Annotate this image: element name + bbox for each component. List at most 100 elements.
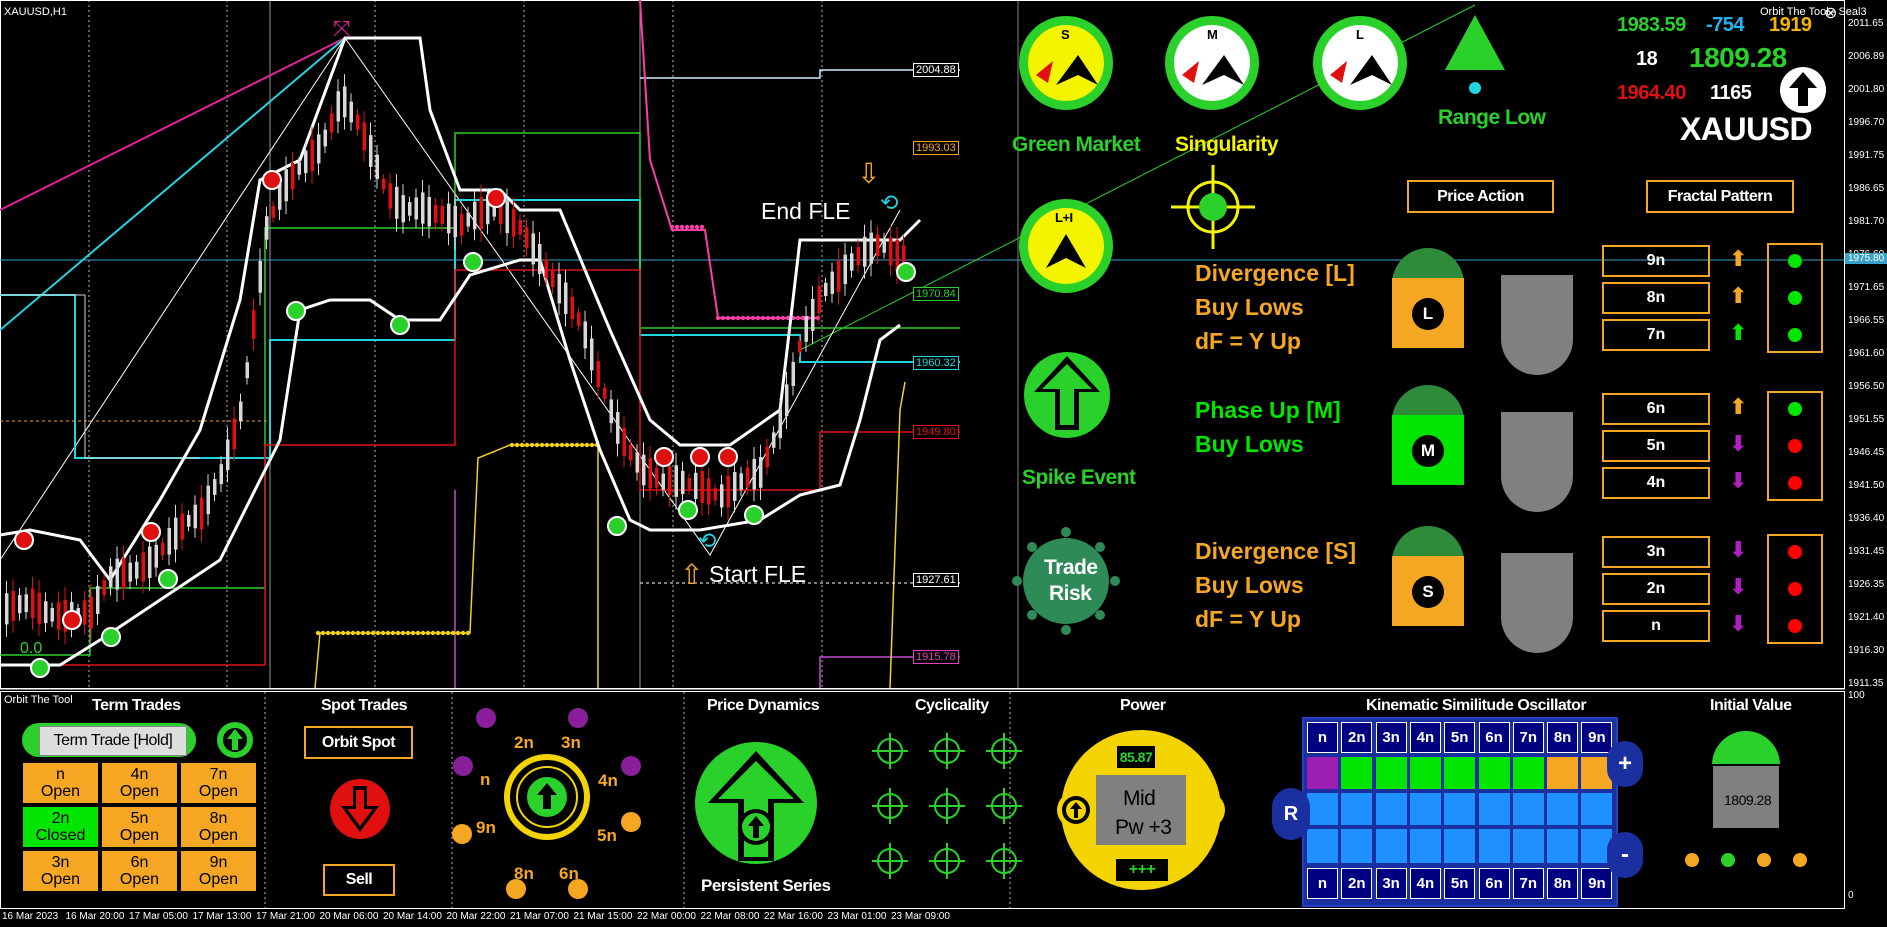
cycle-label-4n[interactable]: 4n — [1602, 467, 1710, 499]
yellow-dot — [335, 630, 341, 636]
cycle-up-arrow-icon: ⬆ — [1729, 247, 1748, 272]
kinematic-cell — [1512, 829, 1544, 863]
level-paleblue — [640, 69, 960, 79]
cyclicality-crosshair-icon — [929, 843, 965, 879]
fractal-low-marker[interactable] — [744, 505, 764, 525]
term-trade-hold-button[interactable]: Term Trade [Hold] — [39, 726, 187, 756]
cycle-label-5n[interactable]: 5n — [1602, 430, 1710, 462]
term-trade-cell-4n[interactable]: 4n Open — [101, 762, 178, 804]
trade-risk-label-2: Risk — [1049, 582, 1092, 605]
kinematic-r-button[interactable]: R — [1272, 788, 1310, 840]
yellow-dot — [465, 630, 471, 636]
cycle-label-6n[interactable]: 6n — [1602, 393, 1710, 425]
cycle-label-n[interactable]: n — [1602, 610, 1710, 642]
term-trade-cell-3n[interactable]: 3n Open — [22, 850, 99, 892]
fractal-low-marker[interactable] — [607, 516, 627, 536]
cell-state: Open — [119, 871, 160, 888]
term-trade-cell-8n[interactable]: 8n Open — [180, 806, 257, 848]
fractal-low-marker[interactable] — [101, 627, 121, 647]
term-trade-cell-n[interactable]: n Open — [22, 762, 99, 804]
fractal-high-marker[interactable] — [141, 522, 161, 542]
candle-body — [518, 219, 522, 235]
price-axis-tick: 1956.50 — [1848, 381, 1885, 392]
cycle-label-2n[interactable]: 2n — [1602, 573, 1710, 605]
cycle-label-7n[interactable]: 7n — [1602, 319, 1710, 351]
fractal-low-marker[interactable] — [463, 252, 483, 272]
signal-line: Buy Lows — [1195, 294, 1304, 320]
price-axis-tick: 2011.65 — [1848, 18, 1884, 29]
fractal-low-marker[interactable] — [678, 500, 698, 520]
candle-body — [115, 558, 119, 590]
candle-body — [226, 439, 230, 471]
price-axis-tick: 1916.30 — [1848, 645, 1885, 656]
pink-dot — [725, 315, 731, 321]
term-trade-cell-5n[interactable]: 5n Open — [101, 806, 178, 848]
kinematic-cell — [1375, 829, 1407, 863]
fractal-low-marker[interactable] — [896, 262, 916, 282]
candle-body — [128, 562, 132, 582]
kinematic-plus-button[interactable]: + — [1607, 741, 1643, 787]
spike-event-label: Spike Event — [1022, 466, 1136, 489]
candle-body — [505, 201, 509, 234]
yellow-dot — [584, 442, 590, 448]
yellow-dot — [549, 442, 555, 448]
candle-body — [44, 601, 48, 624]
fractal-high-marker[interactable] — [690, 447, 710, 467]
cycle-label-3n[interactable]: 3n — [1602, 536, 1710, 568]
fractal-high-marker[interactable] — [262, 170, 282, 190]
orbit-label-3n: 3n — [561, 733, 581, 752]
candle-body — [96, 585, 100, 615]
yellow-dot — [350, 630, 356, 636]
pink-dot — [715, 315, 721, 321]
term-trade-cell-2n[interactable]: 2n Closed — [22, 806, 99, 848]
cycle-down-arrow-icon: ⬇ — [1729, 469, 1748, 494]
cycle-label-8n[interactable]: 8n — [1602, 282, 1710, 314]
cell-cycle: 4n — [130, 766, 149, 783]
end-fle-arrow: ⇩ — [857, 157, 880, 190]
kinematic-cell — [1547, 793, 1579, 825]
time-axis-tick: 22 Mar 16:00 — [764, 911, 823, 922]
fractal-high-marker[interactable] — [654, 447, 674, 467]
cell-state: Open — [40, 871, 81, 888]
signal-badge: M — [1392, 385, 1464, 485]
pink-dot — [684, 224, 690, 230]
yellow-dot — [370, 630, 376, 636]
price-action-button[interactable]: Price Action — [1407, 180, 1554, 213]
fractal-high-marker[interactable] — [718, 447, 738, 467]
trading-terminal: ⇩ ⇧ ⟲ ⟲ ⤧ XAUUSD,H1 Orbit The Tool - Sea… — [0, 0, 1887, 927]
fractal-high-marker[interactable] — [486, 188, 506, 208]
fractal-high-marker[interactable] — [62, 610, 82, 630]
fractal-low-marker[interactable] — [390, 315, 410, 335]
price-axis-tick: 1941.50 — [1848, 480, 1885, 491]
term-trade-cell-9n[interactable]: 9n Open — [180, 850, 257, 892]
trade-risk-icon[interactable] — [1008, 523, 1124, 639]
yellow-dot — [375, 630, 381, 636]
yellow-dot-series — [315, 442, 600, 636]
info-v5: 1809.28 — [1689, 42, 1787, 73]
close-indicator-icon[interactable]: ⊗ — [1824, 3, 1837, 23]
yellow-dot — [455, 630, 461, 636]
term-trade-cell-6n[interactable]: 6n Open — [101, 850, 178, 892]
candle-body — [304, 150, 308, 174]
kinematic-minus-button[interactable]: - — [1607, 832, 1643, 878]
fractal-pattern-button[interactable]: Fractal Pattern — [1646, 180, 1794, 213]
kinematic-header-8n: 8n — [1547, 722, 1579, 753]
candle-body — [323, 129, 327, 147]
fractal-low-marker[interactable] — [158, 569, 178, 589]
fractal-low-marker[interactable] — [286, 301, 306, 321]
time-axis-tick: 20 Mar 06:00 — [319, 911, 379, 922]
level-label: 2004.88 — [913, 63, 959, 77]
term-trade-cell-7n[interactable]: 7n Open — [180, 762, 257, 804]
time-axis-tick: 20 Mar 22:00 — [446, 911, 506, 922]
price-axis-tick: 1926.35 — [1848, 579, 1885, 590]
candle-body — [635, 452, 639, 473]
fractal-low-marker[interactable] — [30, 658, 50, 678]
fractal-high-marker[interactable] — [14, 530, 34, 550]
pink-dot — [760, 315, 766, 321]
orbit-spot-button[interactable]: Orbit Spot — [304, 726, 413, 759]
candle-body — [564, 282, 568, 314]
cycle-label-9n[interactable]: 9n — [1602, 245, 1710, 277]
candle-body — [50, 607, 54, 622]
sell-button[interactable]: Sell — [323, 864, 395, 896]
osc-axis-top: 100 — [1848, 690, 1865, 701]
